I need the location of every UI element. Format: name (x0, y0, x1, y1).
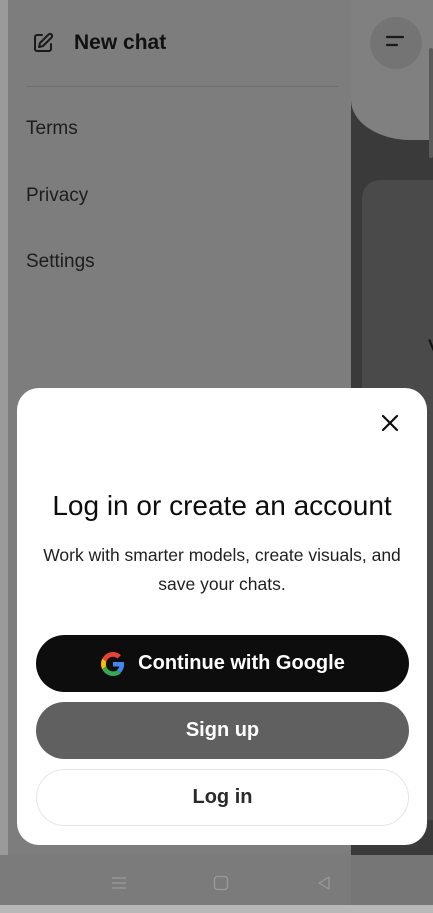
scroll-indicator (429, 48, 433, 158)
log-in-label: Log in (192, 786, 253, 808)
menu-lines-icon[interactable] (107, 871, 131, 895)
sidebar-item-terms[interactable]: Terms (26, 118, 78, 140)
edit-icon (30, 30, 56, 56)
menu-button[interactable] (370, 17, 422, 69)
sidebar-item-settings[interactable]: Settings (26, 251, 95, 273)
home-square-icon[interactable] (209, 871, 233, 895)
app-screen: New chat Terms Privacy Settings V (0, 0, 433, 913)
screen-bottom-edge (0, 905, 433, 913)
partial-heading-text: V (428, 335, 433, 363)
close-icon (380, 413, 400, 438)
modal-title: Log in or create an account (52, 490, 392, 521)
modal-subtitle: Work with smarter models, create visuals… (43, 545, 401, 594)
back-triangle-icon[interactable] (312, 871, 336, 895)
sign-up-button[interactable]: Sign up (36, 702, 409, 759)
sidebar-item-privacy[interactable]: Privacy (26, 185, 88, 207)
continue-with-google-button[interactable]: Continue with Google (36, 635, 409, 692)
google-icon (100, 651, 126, 677)
login-modal: Log in or create an account Work with sm… (17, 388, 427, 845)
sidebar-divider (26, 86, 338, 87)
screen-edge (0, 0, 8, 913)
close-button[interactable] (377, 412, 403, 438)
new-chat-button[interactable]: New chat (30, 24, 166, 62)
new-chat-label: New chat (74, 31, 167, 54)
sign-up-label: Sign up (185, 719, 260, 741)
log-in-button[interactable]: Log in (36, 769, 409, 826)
google-button-label: Continue with Google (138, 652, 345, 674)
menu-icon (385, 33, 407, 54)
